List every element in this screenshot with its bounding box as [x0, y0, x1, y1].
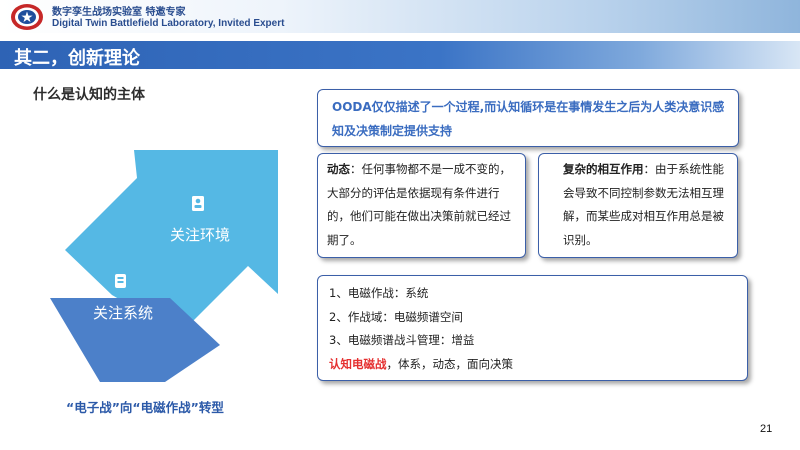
- upper-chevron-label: 关注环境: [170, 226, 230, 244]
- dynamic-box: 动态：任何事物都不是一成不变的，大部分的评估是依据现有条件进行的，他们可能在做出…: [317, 153, 526, 258]
- ooda-text: OODA仅仅描述了一个过程,而认知循环是在事情发生之后为人类决意识感知及决策制定…: [332, 100, 725, 138]
- list-box: 1、电磁作战：系统 2、作战域：电磁频谱空间 3、电磁频谱战斗管理：增益 认知电…: [317, 275, 748, 381]
- list-item-rest: ，体系，动态，面向决策: [386, 356, 514, 371]
- dynamic-label: 动态: [327, 162, 350, 176]
- chevron-graphic: 关注环境 关注系统: [50, 150, 278, 382]
- subheading: 什么是认知的主体: [33, 87, 145, 103]
- complex-interaction-box: 复杂的相互作用：由于系统性能会导致不同控制参数无法相互理解，而某些成对相互作用总…: [538, 153, 738, 258]
- section-title: 其二，创新理论: [14, 48, 140, 69]
- list-item: 2、作战域：电磁频谱空间: [329, 309, 463, 324]
- section-title-bar: 其二，创新理论: [0, 41, 800, 69]
- lower-chevron-label: 关注系统: [93, 304, 153, 322]
- page-number: 21: [760, 423, 773, 435]
- ooda-box: OODA仅仅描述了一个过程,而认知循环是在事情发生之后为人类决意识感知及决策制定…: [317, 89, 739, 147]
- contact-icon: [192, 196, 204, 211]
- list-item: 3、电磁频谱战斗管理：增益: [329, 333, 475, 347]
- focus-diagram: 关注环境 关注系统: [40, 150, 290, 385]
- complex-label: 复杂的相互作用: [563, 162, 644, 176]
- org-name-chinese: 数字孪生战场实验室 特邀专家: [52, 7, 186, 18]
- document-icon: [115, 274, 126, 288]
- highlight-text: 认知电磁战: [329, 356, 387, 371]
- list-item: 1、电磁作战：系统: [329, 286, 429, 300]
- header-bar: 数字孪生战场实验室 特邀专家 Digital Twin Battlefield …: [0, 0, 800, 33]
- laboratory-logo-icon: [11, 4, 43, 30]
- list-item: 认知电磁战，体系，动态，面向决策: [329, 353, 737, 377]
- org-name-english: Digital Twin Battlefield Laboratory, Inv…: [52, 18, 285, 29]
- diagram-caption: “电子战”向“电磁作战”转型: [66, 400, 224, 415]
- dynamic-text: ：任何事物都不是一成不变的，大部分的评估是依据现有条件进行的，他们可能在做出决策…: [327, 162, 511, 247]
